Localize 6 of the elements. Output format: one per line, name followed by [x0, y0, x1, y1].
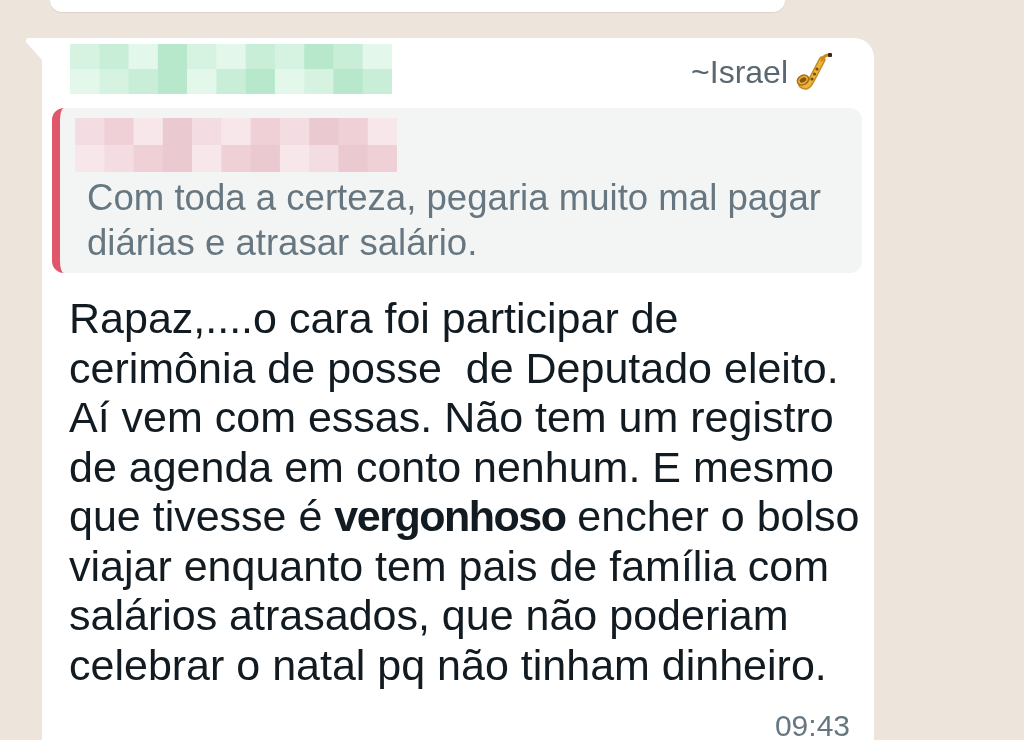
quoted-message[interactable]: Com toda a certeza, pegaria muito mal pagar diárias e atrasar salário. [52, 108, 862, 273]
quoted-text: Com toda a certeza, pegaria muito mal pagar diárias e atrasar salário. [87, 176, 822, 265]
saxophone-icon [796, 52, 832, 92]
sender-name: ~Israel [691, 54, 788, 90]
message-text: Rapaz,....o cara foi participar de cerimônia de posse de Deputado eleito. Aí vem com essas. Não tem um registro de agenda em conto nenhum. E mesmo que tivesse é vergonhoso encher o bolso viajar enquanto tem pais de família com salários atrasados, que não poderiam celebrar o natal pq não tinham dinheiro. [69, 294, 861, 690]
message-time: 09:43 [774, 713, 850, 739]
